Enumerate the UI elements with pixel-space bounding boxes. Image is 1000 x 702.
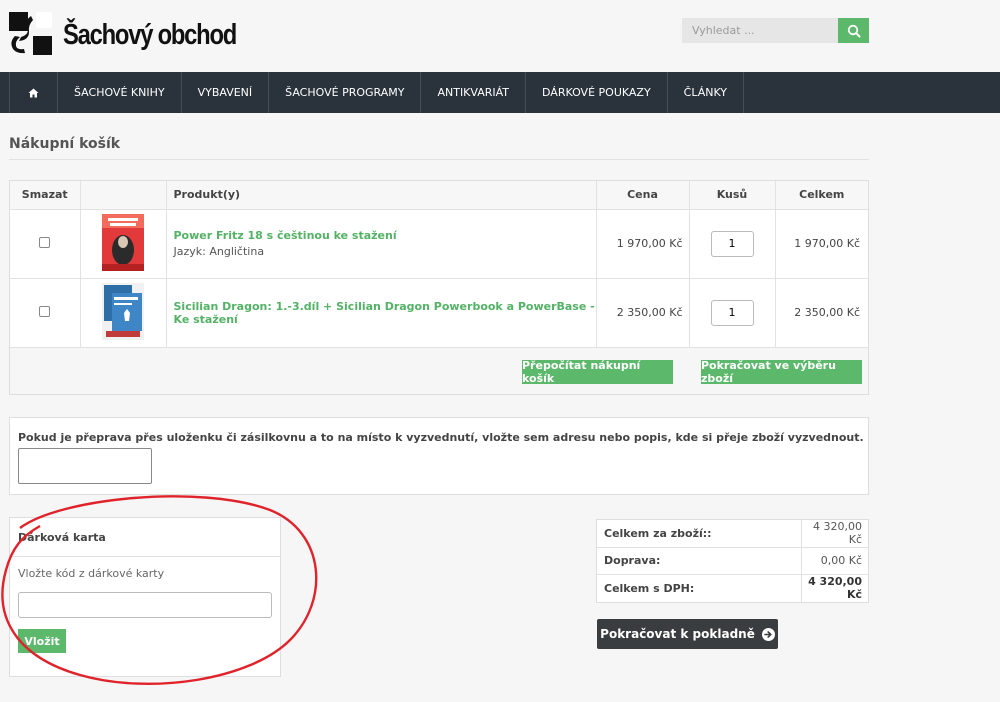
quantity-input[interactable] xyxy=(710,230,754,257)
product-price: 2 350,00 Kč xyxy=(596,278,690,348)
table-row: Sicilian Dragon: 1.-3.díl + Sicilian Dra… xyxy=(10,278,868,348)
table-header-row: Smazat Produkt(y) Cena Kusů Celkem xyxy=(10,181,868,210)
shipping-value: 0,00 Kč xyxy=(801,547,868,576)
pickup-note-label: Pokud je přeprava přes uloženku či zásil… xyxy=(18,431,864,444)
product-link[interactable]: Sicilian Dragon: 1.-3.díl + Sicilian Dra… xyxy=(174,300,596,326)
subtotal-value: 4 320,00 Kč xyxy=(801,520,868,548)
nav-home[interactable] xyxy=(9,72,57,113)
row-total: 1 970,00 Kč xyxy=(775,209,868,279)
col-price: Cena xyxy=(596,181,690,210)
recalculate-cart-button[interactable]: Přepočítat nákupní košík xyxy=(522,359,673,385)
product-price: 1 970,00 Kč xyxy=(596,209,690,279)
totals-row: Celkem za zboží:: 4 320,00 Kč xyxy=(597,520,868,548)
col-total: Celkem xyxy=(775,181,868,210)
search-icon xyxy=(847,24,860,37)
continue-shopping-button[interactable]: Pokračovat ve výběru zboží xyxy=(701,359,862,385)
table-row: Power Fritz 18 s češtinou ke stažení Jaz… xyxy=(10,209,868,279)
shipping-label: Doprava: xyxy=(597,547,802,576)
product-link[interactable]: Power Fritz 18 s češtinou ke stažení xyxy=(174,229,596,242)
quantity-input[interactable] xyxy=(710,299,754,326)
col-product: Produkt(y) xyxy=(166,181,597,210)
checkout-button[interactable]: Pokračovat k pokladně xyxy=(597,619,778,649)
apply-gift-card-button[interactable]: Vložit xyxy=(18,629,66,653)
grand-total-value: 4 320,00 Kč xyxy=(808,575,862,602)
totals-row: Celkem s DPH: 4 320,00 Kč xyxy=(597,574,868,602)
product-language: Jazyk: Angličtina xyxy=(173,245,265,258)
cart-actions: Přepočítat nákupní košík Pokračovat ve v… xyxy=(10,348,868,394)
product-thumbnail[interactable] xyxy=(102,213,144,271)
nav-item-antiquarian[interactable]: ANTIKVARIÁT xyxy=(420,72,525,113)
cart-table: Smazat Produkt(y) Cena Kusů Celkem Power… xyxy=(9,180,869,395)
brand-name: Šachový obchod xyxy=(63,19,237,51)
nav-item-chess-books[interactable]: ŠACHOVÉ KNIHY xyxy=(57,72,181,113)
grand-total-label: Celkem s DPH: xyxy=(597,574,802,602)
col-delete: Smazat xyxy=(10,181,81,210)
search-input[interactable] xyxy=(682,18,838,43)
totals-row: Doprava: 0,00 Kč xyxy=(597,547,868,576)
pickup-note-panel: Pokud je přeprava přes uloženku či zásil… xyxy=(9,417,869,495)
home-icon xyxy=(28,88,39,97)
nav-item-equipment[interactable]: VYBAVENÍ xyxy=(180,72,269,113)
nav-item-chess-programs[interactable]: ŠACHOVÉ PROGRAMY xyxy=(268,72,420,113)
delete-checkbox[interactable] xyxy=(39,305,51,317)
page-title: Nákupní košík xyxy=(9,136,121,152)
col-qty: Kusů xyxy=(689,181,776,210)
header: Šachový obchod xyxy=(0,0,1000,72)
gift-card-panel: Dárková karta Vložte kód z dárkové karty… xyxy=(9,517,281,677)
search-button[interactable] xyxy=(838,18,869,43)
delete-checkbox[interactable] xyxy=(39,236,51,248)
order-totals: Celkem za zboží:: 4 320,00 Kč Doprava: 0… xyxy=(596,519,869,603)
main-nav: ŠACHOVÉ KNIHY VYBAVENÍ ŠACHOVÉ PROGRAMY … xyxy=(0,72,1000,113)
nav-item-articles[interactable]: ČLÁNKY xyxy=(666,72,745,113)
pickup-note-textarea[interactable] xyxy=(18,448,152,484)
chess-logo-icon xyxy=(9,12,55,58)
gift-card-title: Dárková karta xyxy=(10,518,280,557)
gift-card-hint: Vložte kód z dárkové karty xyxy=(18,567,165,580)
row-total: 2 350,00 Kč xyxy=(775,278,868,348)
gift-card-code-input[interactable] xyxy=(18,592,272,618)
divider xyxy=(9,159,869,160)
checkout-label: Pokračovat k pokladně xyxy=(600,627,755,641)
search-bar xyxy=(682,18,869,43)
arrow-right-circle-icon xyxy=(761,627,775,641)
col-image xyxy=(80,181,167,210)
nav-item-gift-vouchers[interactable]: DÁRKOVÉ POUKAZY xyxy=(525,72,667,113)
product-thumbnail[interactable] xyxy=(102,282,144,340)
logo[interactable]: Šachový obchod xyxy=(9,12,274,58)
subtotal-label: Celkem za zboží:: xyxy=(597,520,802,548)
